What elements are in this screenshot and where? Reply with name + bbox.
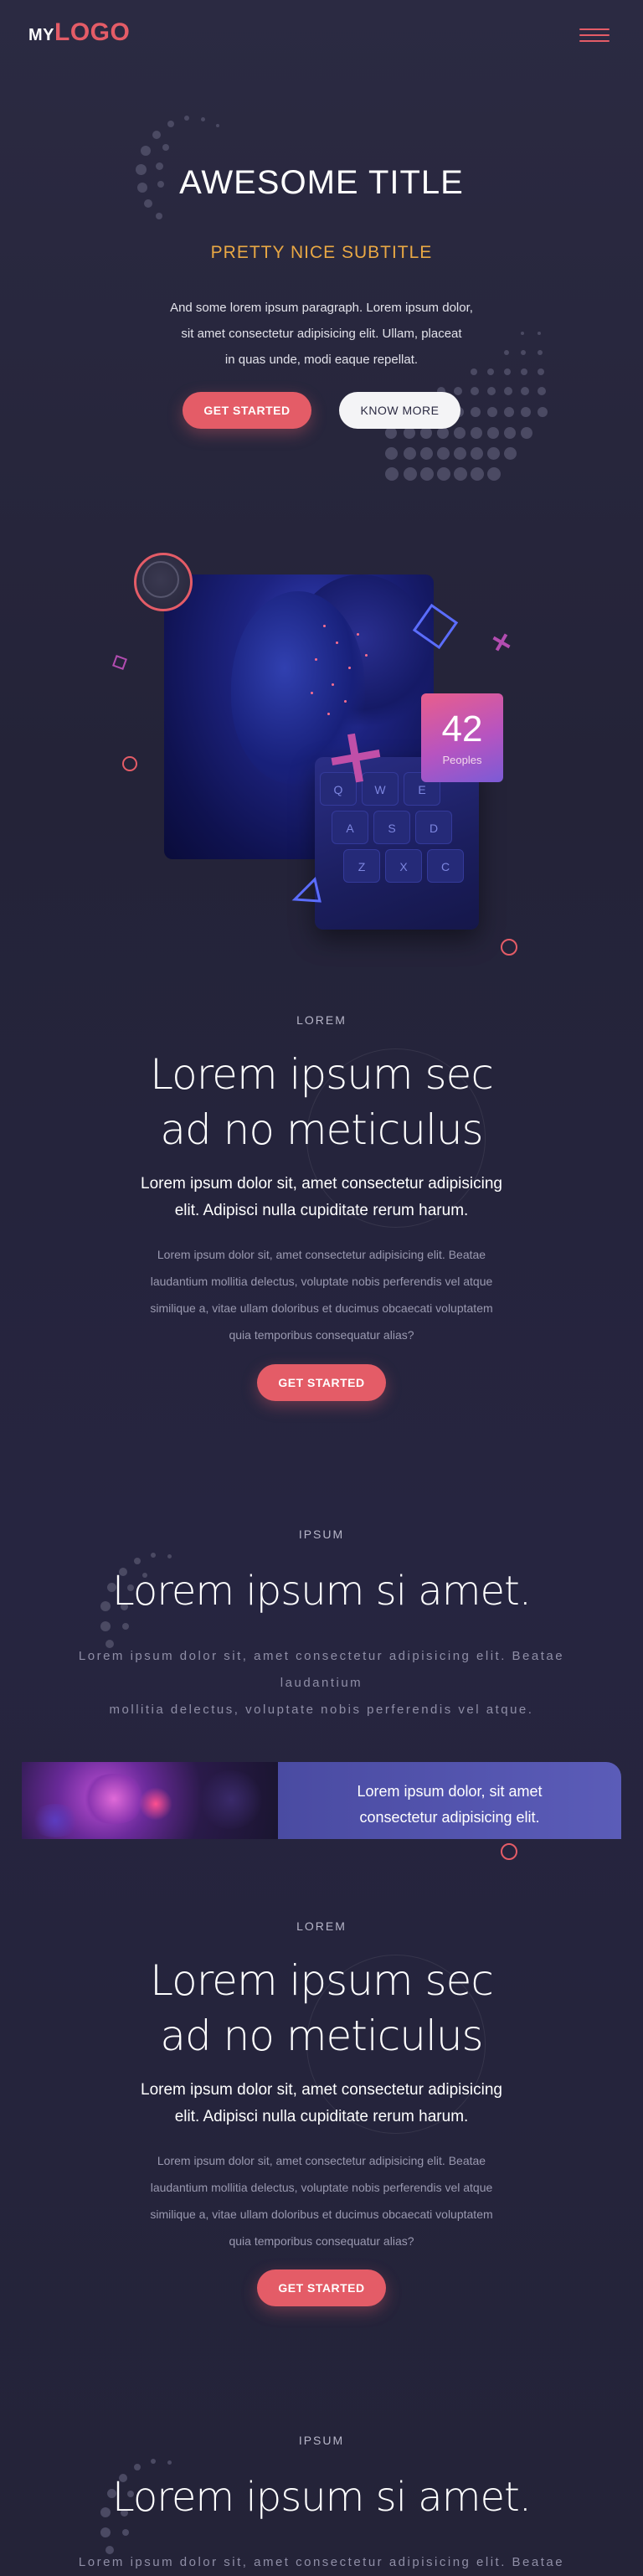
logo[interactable]: MYLOGO: [28, 18, 130, 47]
keyboard-key: A: [332, 811, 368, 844]
section-paragraph-line: Lorem ipsum dolor sit, amet consectetur …: [78, 1649, 565, 1663]
section-paragraph-line: Lorem ipsum dolor sit, amet consectetur …: [157, 1248, 486, 1261]
banner-text-box: Lorem ipsum dolor, sit amet consectetur …: [278, 1762, 621, 1839]
section-paragraph: Lorem ipsum dolor sit, amet consectetur …: [45, 2549, 598, 2576]
logo-main: LOGO: [54, 18, 131, 46]
menu-bar: [579, 28, 610, 30]
section-title-line: Lorem ipsum sec: [150, 1956, 494, 2005]
section-title-line: ad no meticulus: [160, 2012, 483, 2060]
square-outline-icon: [412, 603, 459, 650]
section-paragraph-line: similique a, vitae ullam doloribus et du…: [150, 2208, 493, 2221]
keyboard-key: X: [385, 849, 422, 883]
section-paragraph: Lorem ipsum dolor sit, amet consectetur …: [112, 1241, 531, 1348]
section-paragraph-line: similique a, vitae ullam doloribus et du…: [150, 1301, 493, 1315]
section-eyebrow: IPSUM: [298, 1528, 345, 1541]
stat-label: Peoples: [442, 754, 482, 766]
section-paragraph: Lorem ipsum dolor sit, amet consectetur …: [112, 2147, 531, 2254]
small-circle-icon: [122, 756, 137, 771]
keyboard-key: S: [373, 811, 410, 844]
gamepad-image: [22, 1762, 278, 1839]
section-paragraph-line: laudantium mollitia delectus, voluptate …: [150, 2181, 493, 2194]
section-paragraph-line: quia temporibus consequatur alias?: [229, 1328, 414, 1342]
menu-bar: [579, 34, 610, 36]
section-title: Lorem ipsum si amet.: [111, 2474, 532, 2521]
stat-number: 42: [441, 708, 483, 750]
hero-paragraph-line: in quas unde, modi eaque repellat.: [224, 353, 419, 367]
people-stat-card: 42 Peoples: [421, 693, 503, 782]
section-paragraph-line: Lorem ipsum dolor sit, amet consectetur …: [157, 2154, 486, 2167]
section-title-line: ad no meticulus: [160, 1105, 483, 1154]
section-paragraph: Lorem ipsum dolor sit, amet consectetur …: [45, 1643, 598, 1723]
hero-paragraph: And some lorem ipsum paragraph. Lorem ip…: [137, 295, 506, 373]
hero-subtitle: PRETTY NICE SUBTITLE: [210, 243, 433, 262]
banner-text-line: Lorem ipsum dolor, sit amet: [357, 1783, 543, 1800]
small-circle-icon: [501, 939, 517, 956]
section-lead-line: Lorem ipsum dolor sit, amet consectetur …: [141, 2081, 502, 2099]
section-lead-line: elit. Adipisci nulla cupiditate rerum ha…: [174, 1202, 469, 1219]
get-started-button[interactable]: GET STARTED: [183, 392, 311, 429]
small-circle-icon: [501, 1843, 517, 1860]
triangle-outline-icon: [291, 877, 322, 903]
section-title: Lorem ipsum sec ad no meticulus: [0, 1953, 643, 2063]
section-title-line: Lorem ipsum sec: [150, 1050, 494, 1099]
section-lead-line: elit. Adipisci nulla cupiditate rerum ha…: [174, 2108, 469, 2125]
section-lead: Lorem ipsum dolor sit, amet consectetur …: [104, 1171, 539, 1224]
menu-bar: [579, 40, 610, 42]
plus-sign-icon: [492, 633, 511, 652]
section-paragraph-line: laudantium: [280, 1676, 363, 1690]
section-lead: Lorem ipsum dolor sit, amet consectetur …: [104, 2077, 539, 2130]
small-square-icon: [112, 655, 127, 670]
section-paragraph-line: laudantium mollitia delectus, voluptate …: [150, 1275, 493, 1288]
keyboard-key: C: [427, 849, 464, 883]
know-more-button[interactable]: KNOW MORE: [339, 392, 460, 429]
section-lead-line: Lorem ipsum dolor sit, amet consectetur …: [141, 1175, 502, 1193]
get-started-button[interactable]: GET STARTED: [257, 2269, 386, 2306]
hero-title: AWESOME TITLE: [179, 164, 464, 201]
section-paragraph-line: quia temporibus consequatur alias?: [229, 2234, 414, 2248]
circle-outline-icon: [142, 561, 179, 598]
page: MYLOGO AWESOME TITLE PRETTY NICE SUBTITL…: [0, 0, 643, 2576]
section-paragraph-line: mollitia delectus, voluptate nobis perfe…: [109, 1703, 534, 1717]
section-title: Lorem ipsum sec ad no meticulus: [0, 1047, 643, 1157]
hero-paragraph-line: And some lorem ipsum paragraph. Lorem ip…: [170, 301, 473, 315]
large-plus-icon: [331, 733, 381, 783]
feature-banner: Lorem ipsum dolor, sit amet consectetur …: [22, 1762, 621, 1839]
banner-text: Lorem ipsum dolor, sit amet consectetur …: [278, 1779, 621, 1831]
section-title: Lorem ipsum si amet.: [111, 1568, 532, 1615]
logo-prefix: MY: [28, 26, 54, 44]
get-started-button[interactable]: GET STARTED: [257, 1364, 386, 1401]
keyboard-key: Z: [343, 849, 380, 883]
section-eyebrow: LOREM: [296, 1013, 347, 1027]
section-eyebrow: IPSUM: [298, 2434, 345, 2447]
keyboard-key: D: [415, 811, 452, 844]
banner-text-line: consectetur adipisicing elit.: [359, 1809, 540, 1826]
hero-paragraph-line: sit amet consectetur adipisicing elit. U…: [181, 327, 462, 341]
section-eyebrow: LOREM: [296, 1919, 347, 1933]
hamburger-menu-icon[interactable]: [579, 27, 610, 44]
section-paragraph-line: Lorem ipsum dolor sit, amet consectetur …: [78, 2555, 565, 2569]
